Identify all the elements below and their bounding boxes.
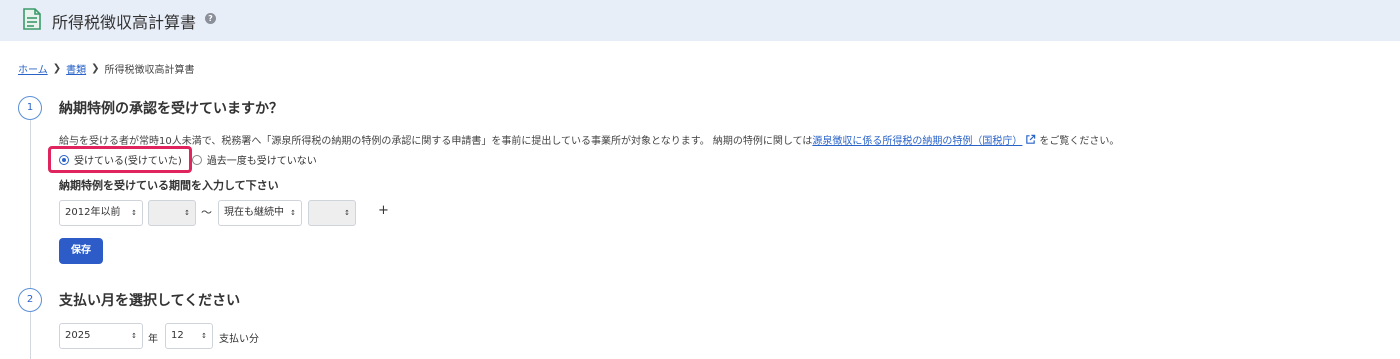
description-suffix: をご覧ください。 [1039,136,1120,147]
selection-highlight [48,146,192,173]
payment-year-select[interactable]: 2025 ↕ [59,323,143,349]
document-icon [23,8,41,30]
start-year-select[interactable]: 2012年以前 ↕ [59,200,143,226]
step1-description: 給与を受ける者が常時10人未満で、税務署へ「源泉所得税の納期の特例の承認に関する… [59,132,1119,147]
select-arrow-icon: ↕ [131,209,137,217]
question-circle-icon[interactable]: ? [205,13,216,24]
select-arrow-icon: ↕ [201,332,207,340]
breadcrumb-home-link[interactable]: ホーム [18,61,48,76]
step-connector [30,312,31,359]
chevron-right-icon: ❯ [91,63,100,74]
add-period-button[interactable]: + [378,203,389,218]
step-number-2: 2 [18,288,42,312]
payment-month-select[interactable]: 12 ↕ [165,323,213,349]
step1-title: 納期特例の承認を受けていますか？ [59,101,283,117]
year-unit: 年 [148,334,158,345]
end-year-select[interactable]: 現在も継続中 ↕ [218,200,302,226]
external-link-icon[interactable] [1025,134,1036,145]
step-number-1: 1 [18,96,42,120]
period-label: 納期特例を受けている期間を入力して下さい [59,179,279,192]
page-header: 所得税徴収高計算書 ? [0,0,1400,41]
radio-never-received[interactable] [191,154,202,165]
start-month-select[interactable]: ↕ [148,200,196,226]
page-title: 所得税徴収高計算書 [52,13,197,32]
radio-never-received-label[interactable]: 過去一度も受けていない [207,152,317,167]
payment-month-value: 12 [171,330,184,341]
tax-agency-link[interactable]: 源泉徴収に係る所得税の納期の特例（国税庁） [812,132,1022,147]
save-button[interactable]: 保存 [59,238,103,264]
select-arrow-icon: ↕ [131,332,137,340]
breadcrumb-documents-link[interactable]: 書類 [66,61,86,76]
chevron-right-icon: ❯ [52,63,62,74]
select-arrow-icon: ↕ [290,209,296,217]
start-year-value: 2012年以前 [65,207,121,218]
step2-title: 支払い月を選択してください [59,293,241,309]
select-arrow-icon: ↕ [184,209,190,217]
breadcrumb: ホーム ❯ 書類 ❯ 所得税徴収高計算書 [18,61,194,76]
select-arrow-icon: ↕ [344,209,350,217]
description-text: 給与を受ける者が常時10人未満で、税務署へ「源泉所得税の納期の特例の承認に関する… [59,136,813,147]
end-month-select[interactable]: ↕ [308,200,356,226]
step-connector [30,120,31,288]
end-year-value: 現在も継続中 [224,207,284,218]
payment-unit: 支払い分 [219,334,259,345]
payment-year-value: 2025 [65,330,91,341]
breadcrumb-current: 所得税徴収高計算書 [104,65,195,76]
range-separator: 〜 [201,206,212,219]
